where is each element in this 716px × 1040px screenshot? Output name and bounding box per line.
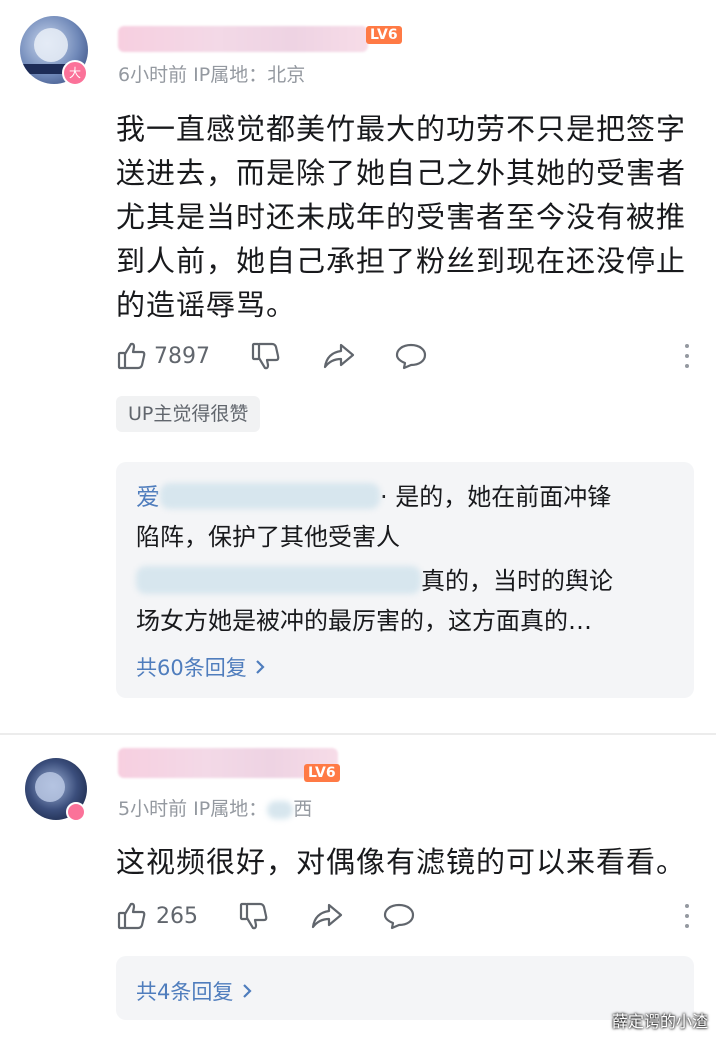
- like-button[interactable]: 7897: [116, 340, 210, 372]
- view-replies-link[interactable]: 共4条回复: [136, 976, 254, 1006]
- reply-preview-box[interactable]: 爱 · 是的，她在前面冲锋 陷阵，保护了其他受害人 真的，当时的舆论 场女方她是被…: [116, 462, 694, 698]
- comment-text: 这视频很好，对偶像有滤镜的可以来看看。: [116, 845, 687, 879]
- comment-time: 5小时前: [118, 798, 188, 820]
- reply-button[interactable]: [394, 340, 428, 372]
- share-icon: [310, 900, 344, 932]
- comment-text: 我一直感觉都美竹最大的功劳不只是把签字送进去，而是除了她自己之外其她的受害者尤其…: [116, 112, 687, 322]
- up-liked-tag: UP主觉得很赞: [116, 396, 261, 432]
- share-icon: [322, 340, 356, 372]
- reply-preview-1: 爱 · 是的，她在前面冲锋: [136, 482, 611, 512]
- watermark: 薛定谔的小渣: [611, 1012, 708, 1031]
- comment-item: 大 LV6 6小时前 IP属地：北京 我一直感觉都美竹最大的功劳不只是把签字送进…: [0, 0, 716, 730]
- like-count: 7897: [154, 343, 210, 369]
- reply-author[interactable]: 爱: [136, 483, 160, 511]
- reply-preview-2-cont: 场女方她是被冲的最厉害的，这方面真的…: [136, 607, 592, 635]
- comment-ip-tail: 西: [293, 798, 313, 820]
- comment-ip: IP属地：北京: [193, 64, 306, 86]
- vip-badge: [66, 802, 86, 822]
- reply-bubble-icon: [382, 900, 416, 932]
- reply-preview-1-cont: 陷阵，保护了其他受害人: [136, 523, 400, 551]
- share-button[interactable]: [310, 900, 344, 932]
- avatar-image: [34, 28, 68, 62]
- level-badge: LV6: [366, 26, 402, 44]
- like-button[interactable]: 265: [116, 900, 198, 932]
- like-count: 265: [156, 903, 198, 929]
- comment-meta: 6小时前 IP属地：北京: [118, 60, 305, 87]
- thumb-down-icon: [250, 340, 282, 372]
- avatar-image: [35, 772, 65, 802]
- more-icon[interactable]: [684, 344, 690, 374]
- comment-actions: 7897: [116, 340, 696, 380]
- thumb-up-icon: [116, 900, 148, 932]
- reply-preview-box[interactable]: 共4条回复: [116, 956, 694, 1020]
- share-button[interactable]: [322, 340, 356, 372]
- chevron-right-icon: [253, 656, 267, 680]
- thumb-down-icon: [238, 900, 270, 932]
- comment-ip: IP属地：: [193, 798, 268, 820]
- thumb-up-icon: [116, 340, 148, 372]
- chevron-right-icon: [240, 980, 254, 1004]
- comment-meta: 5小时前 IP属地： 西: [118, 794, 312, 821]
- more-icon[interactable]: [684, 904, 690, 934]
- level-badge: LV6: [304, 764, 340, 782]
- comment-time: 6小时前: [118, 64, 188, 86]
- reply-count: 共60条回复: [136, 656, 247, 680]
- dislike-button[interactable]: [250, 340, 282, 372]
- comment-item: LV6 5小时前 IP属地： 西 这视频很好，对偶像有滤镜的可以来看看。 265: [0, 736, 716, 1040]
- dislike-button[interactable]: [238, 900, 270, 932]
- view-replies-link[interactable]: 共60条回复: [136, 652, 267, 682]
- comment-actions: 265: [116, 900, 696, 940]
- username-blurred[interactable]: [118, 26, 368, 52]
- reply-preview-2: 真的，当时的舆论: [136, 566, 613, 596]
- reply-text-line: 真的，当时的舆论: [421, 567, 613, 595]
- reply-text-line: · 是的，她在前面冲锋: [380, 483, 612, 511]
- vip-badge: 大: [62, 60, 88, 86]
- reply-bubble-icon: [394, 340, 428, 372]
- comment-divider: [0, 733, 716, 735]
- reply-count: 共4条回复: [136, 980, 234, 1004]
- reply-button[interactable]: [382, 900, 416, 932]
